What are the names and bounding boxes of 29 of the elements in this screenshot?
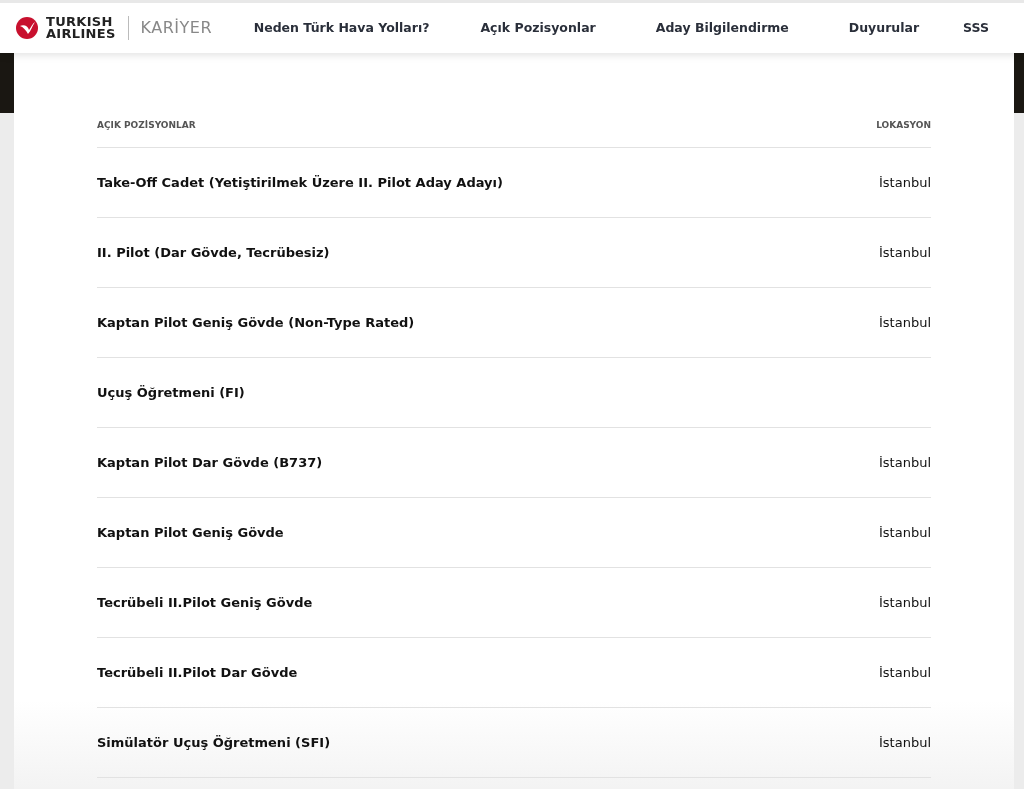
location-text: İstanbul [879, 593, 931, 612]
job-title-link[interactable]: Kaptan Pilot Geniş Gövde (Non-Type Rated) [97, 312, 415, 333]
job-title-link[interactable]: Simülatör Uçuş Öğretmeni (SFI) [97, 732, 331, 753]
section-title: KARİYER [140, 17, 213, 39]
location-text: İstanbul [879, 523, 931, 542]
job-title-link[interactable]: Uçuş Öğretmeni (FI) [97, 382, 245, 403]
banner-photo-edge [1014, 53, 1024, 113]
location-text: İstanbul [879, 733, 931, 752]
location-text: İstanbul [879, 663, 931, 682]
location-text: İstanbul [879, 313, 931, 332]
nav-link[interactable]: SSS [963, 18, 989, 38]
logo-icon [16, 17, 38, 39]
location-text: İstanbul [879, 173, 931, 192]
job-title-link[interactable]: Kaptan Pilot Geniş Gövde [97, 522, 284, 543]
job-title-link[interactable]: Kaptan Pilot Dar Gövde (B737) [97, 452, 323, 473]
location-text: İstanbul [879, 243, 931, 262]
job-title-link[interactable]: II. Pilot (Dar Gövde, Tecrübesiz) [97, 242, 330, 263]
job-title-link[interactable]: Tecrübeli II.Pilot Dar Gövde [97, 662, 298, 683]
banner-photo-edge [0, 53, 14, 113]
location-text: İstanbul [879, 453, 931, 472]
brand-name: TURKISH AIRLINES [46, 16, 116, 40]
nav-link[interactable]: Aday Bilgilendirme [655, 18, 789, 38]
column-header: AÇIK POZİSYONLAR [97, 119, 196, 133]
nav-link[interactable]: Duyurular [848, 18, 920, 38]
job-title-link[interactable]: Take-Off Cadet (Yetiştirilmek Üzere II. Pilot Aday Adayı) [97, 172, 503, 193]
nav-link[interactable]: Açık Pozisyonlar [480, 18, 596, 38]
column-header: LOKASYON [876, 119, 931, 133]
nav-link[interactable]: Neden Türk Hava Yolları? [253, 18, 430, 38]
job-title-link[interactable]: Tecrübeli II.Pilot Geniş Gövde [97, 592, 313, 613]
